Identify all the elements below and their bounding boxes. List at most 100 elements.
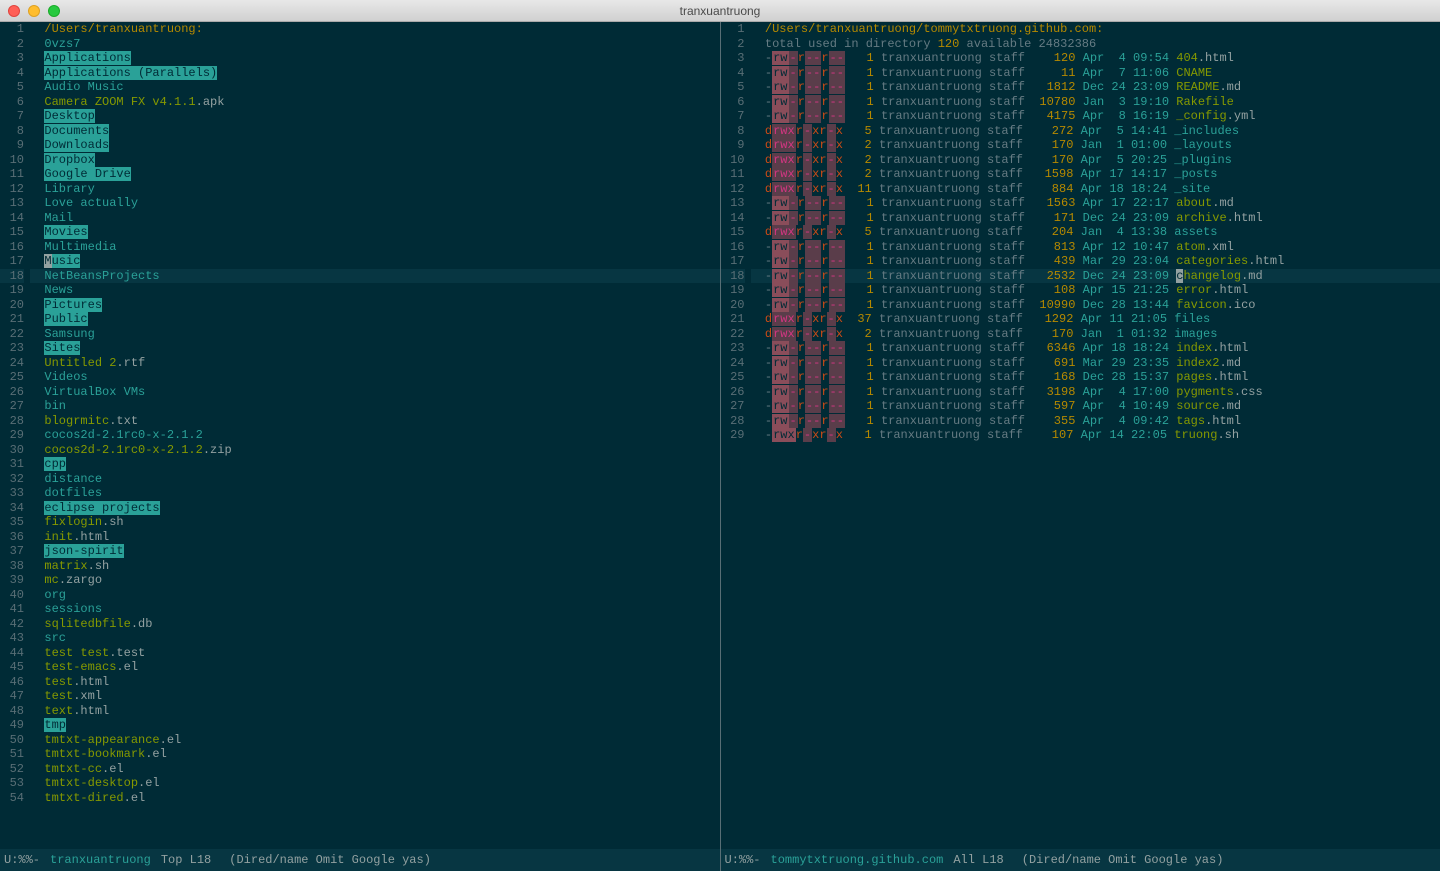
dired-entry[interactable]: -rw-r--r-- 1 tranxuantruong staff 4175 A… bbox=[751, 109, 1440, 124]
dired-entry[interactable]: -rw-r--r-- 1 tranxuantruong staff 10780 … bbox=[751, 95, 1440, 110]
dired-entry[interactable]: NetBeansProjects bbox=[30, 269, 720, 284]
dired-entry[interactable]: VirtualBox VMs bbox=[30, 385, 720, 400]
dired-entry[interactable]: Documents bbox=[30, 124, 720, 139]
dired-entry[interactable]: 0vzs7 bbox=[30, 37, 720, 52]
dired-entry[interactable]: Camera ZOOM FX v4.1.1.apk bbox=[30, 95, 720, 110]
dired-entry[interactable]: eclipse projects bbox=[30, 501, 720, 516]
dired-entry[interactable]: -rw-r--r-- 1 tranxuantruong staff 171 De… bbox=[751, 211, 1440, 226]
dired-entry[interactable]: drwxr-xr-x 2 tranxuantruong staff 1598 A… bbox=[751, 167, 1440, 182]
dired-entry[interactable]: fixlogin.sh bbox=[30, 515, 720, 530]
dired-entry[interactable]: -rw-r--r-- 1 tranxuantruong staff 597 Ap… bbox=[751, 399, 1440, 414]
modeline-left[interactable]: U:%%- tranxuantruong Top L18 (Dired/name… bbox=[0, 849, 720, 871]
dired-entry[interactable]: tmp bbox=[30, 718, 720, 733]
dired-entry[interactable]: tmtxt-desktop.el bbox=[30, 776, 720, 791]
dired-entry[interactable]: /Users/tranxuantruong: bbox=[30, 22, 720, 37]
dired-entry[interactable]: text.html bbox=[30, 704, 720, 719]
modeline-buffer: tranxuantruong bbox=[50, 853, 151, 867]
dired-entry[interactable]: cocos2d-2.1rc0-x-2.1.2.zip bbox=[30, 443, 720, 458]
dired-entry[interactable]: Videos bbox=[30, 370, 720, 385]
dired-entry[interactable]: Love actually bbox=[30, 196, 720, 211]
dired-entry[interactable]: Desktop bbox=[30, 109, 720, 124]
dired-entry[interactable]: -rw-r--r-- 1 tranxuantruong staff 10990 … bbox=[751, 298, 1440, 313]
line-number: 10 bbox=[0, 153, 24, 168]
dired-entry[interactable]: Mail bbox=[30, 211, 720, 226]
modeline-right[interactable]: U:%%- tommytxtruong.github.com All L18 (… bbox=[720, 849, 1440, 871]
dired-entry[interactable]: -rw-r--r-- 1 tranxuantruong staff 3198 A… bbox=[751, 385, 1440, 400]
dired-entry[interactable]: drwxr-xr-x 5 tranxuantruong staff 204 Ja… bbox=[751, 225, 1440, 240]
line-number: 33 bbox=[0, 486, 24, 501]
dired-entry[interactable]: -rw-r--r-- 1 tranxuantruong staff 691 Ma… bbox=[751, 356, 1440, 371]
dired-entry[interactable]: cocos2d-2.1rc0-x-2.1.2 bbox=[30, 428, 720, 443]
line-number: 18 bbox=[0, 269, 24, 284]
dired-entry[interactable]: src bbox=[30, 631, 720, 646]
dired-entry[interactable]: Library bbox=[30, 182, 720, 197]
dired-entry[interactable]: bin bbox=[30, 399, 720, 414]
dired-entry[interactable]: test.xml bbox=[30, 689, 720, 704]
dired-entry[interactable]: test.html bbox=[30, 675, 720, 690]
dired-entry[interactable]: Music bbox=[30, 254, 720, 269]
dired-entry[interactable]: drwxr-xr-x 5 tranxuantruong staff 272 Ap… bbox=[751, 124, 1440, 139]
dired-entry[interactable]: tmtxt-cc.el bbox=[30, 762, 720, 777]
dired-entry[interactable]: -rw-r--r-- 1 tranxuantruong staff 439 Ma… bbox=[751, 254, 1440, 269]
dired-entry[interactable]: test test.test bbox=[30, 646, 720, 661]
titlebar[interactable]: tranxuantruong bbox=[0, 0, 1440, 22]
line-number: 7 bbox=[0, 109, 24, 124]
dired-entry[interactable]: Dropbox bbox=[30, 153, 720, 168]
line-number: 52 bbox=[0, 762, 24, 777]
dired-entry[interactable]: Multimedia bbox=[30, 240, 720, 255]
line-number: 25 bbox=[721, 370, 745, 385]
dired-entry[interactable]: -rwxr-xr-x 1 tranxuantruong staff 107 Ap… bbox=[751, 428, 1440, 443]
line-number: 45 bbox=[0, 660, 24, 675]
dired-entry[interactable]: -rw-r--r-- 1 tranxuantruong staff 6346 A… bbox=[751, 341, 1440, 356]
dired-entry[interactable]: -rw-r--r-- 1 tranxuantruong staff 2532 D… bbox=[751, 269, 1440, 284]
line-number: 39 bbox=[0, 573, 24, 588]
dired-entry[interactable]: -rw-r--r-- 1 tranxuantruong staff 11 Apr… bbox=[751, 66, 1440, 81]
dired-entry[interactable]: Applications bbox=[30, 51, 720, 66]
dired-entry[interactable]: drwxr-xr-x 2 tranxuantruong staff 170 Ja… bbox=[751, 327, 1440, 342]
dired-entry[interactable]: drwxr-xr-x 2 tranxuantruong staff 170 Ja… bbox=[751, 138, 1440, 153]
line-number: 23 bbox=[0, 341, 24, 356]
dired-entry[interactable]: -rw-r--r-- 1 tranxuantruong staff 355 Ap… bbox=[751, 414, 1440, 429]
dired-entry[interactable]: Untitled 2.rtf bbox=[30, 356, 720, 371]
dired-entry[interactable]: Public bbox=[30, 312, 720, 327]
dired-entry[interactable]: -rw-r--r-- 1 tranxuantruong staff 120 Ap… bbox=[751, 51, 1440, 66]
dired-entry[interactable]: tmtxt-dired.el bbox=[30, 791, 720, 806]
dired-entry[interactable]: Audio Music bbox=[30, 80, 720, 95]
dired-entry[interactable]: Sites bbox=[30, 341, 720, 356]
dired-entry[interactable]: init.html bbox=[30, 530, 720, 545]
dired-entry[interactable]: Pictures bbox=[30, 298, 720, 313]
dired-entry[interactable]: mc.zargo bbox=[30, 573, 720, 588]
dired-entry[interactable]: org bbox=[30, 588, 720, 603]
dired-entry[interactable]: dotfiles bbox=[30, 486, 720, 501]
dired-entry[interactable]: -rw-r--r-- 1 tranxuantruong staff 108 Ap… bbox=[751, 283, 1440, 298]
dired-entry[interactable]: blogrmitc.txt bbox=[30, 414, 720, 429]
dired-entry[interactable]: -rw-r--r-- 1 tranxuantruong staff 168 De… bbox=[751, 370, 1440, 385]
line-number: 22 bbox=[0, 327, 24, 342]
dired-entry[interactable]: tmtxt-bookmark.el bbox=[30, 747, 720, 762]
dired-entry[interactable]: Downloads bbox=[30, 138, 720, 153]
dired-entry[interactable]: cpp bbox=[30, 457, 720, 472]
dired-entry[interactable]: drwxr-xr-x 37 tranxuantruong staff 1292 … bbox=[751, 312, 1440, 327]
dired-entry[interactable]: drwxr-xr-x 11 tranxuantruong staff 884 A… bbox=[751, 182, 1440, 197]
dired-entry[interactable]: -rw-r--r-- 1 tranxuantruong staff 813 Ap… bbox=[751, 240, 1440, 255]
dired-entry[interactable]: Samsung bbox=[30, 327, 720, 342]
dired-entry[interactable]: Google Drive bbox=[30, 167, 720, 182]
dired-entry[interactable]: -rw-r--r-- 1 tranxuantruong staff 1563 A… bbox=[751, 196, 1440, 211]
left-content[interactable]: /Users/tranxuantruong: 0vzs7 Application… bbox=[30, 22, 720, 849]
dired-entry[interactable]: json-spirit bbox=[30, 544, 720, 559]
dired-entry[interactable]: Applications (Parallels) bbox=[30, 66, 720, 81]
left-pane[interactable]: 1234567891011121314151617181920212223242… bbox=[0, 22, 720, 849]
dired-entry[interactable]: drwxr-xr-x 2 tranxuantruong staff 170 Ap… bbox=[751, 153, 1440, 168]
dired-entry[interactable]: Movies bbox=[30, 225, 720, 240]
dired-entry[interactable]: matrix.sh bbox=[30, 559, 720, 574]
dired-entry[interactable]: sessions bbox=[30, 602, 720, 617]
dired-entry[interactable]: tmtxt-appearance.el bbox=[30, 733, 720, 748]
dired-entry[interactable]: test-emacs.el bbox=[30, 660, 720, 675]
dired-entry[interactable]: distance bbox=[30, 472, 720, 487]
line-number: 38 bbox=[0, 559, 24, 574]
right-pane[interactable]: 1234567891011121314151617181920212223242… bbox=[720, 22, 1440, 849]
right-content[interactable]: /Users/tranxuantruong/tommytxtruong.gith… bbox=[751, 22, 1440, 849]
dired-entry[interactable]: -rw-r--r-- 1 tranxuantruong staff 1812 D… bbox=[751, 80, 1440, 95]
dired-entry[interactable]: News bbox=[30, 283, 720, 298]
dired-entry[interactable]: sqlitedbfile.db bbox=[30, 617, 720, 632]
